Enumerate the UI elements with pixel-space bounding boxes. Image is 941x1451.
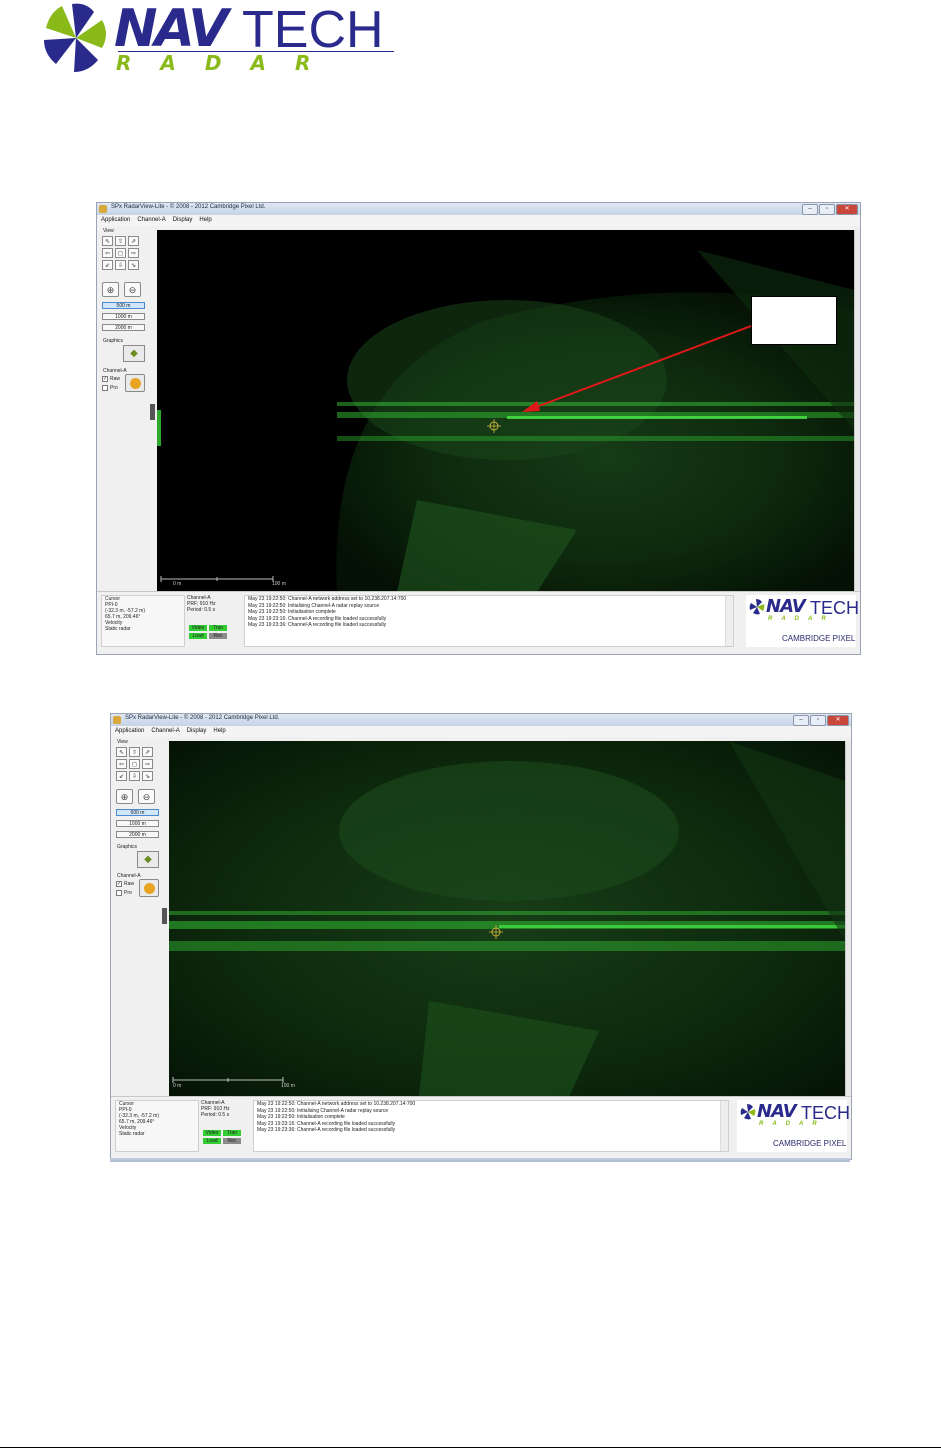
brand-tech-text: TECH: [801, 1103, 850, 1123]
message-log: May 23 19:22:50: Channel-A network addre…: [253, 1100, 729, 1152]
menu-application[interactable]: Application: [115, 726, 144, 737]
pan-down-button[interactable]: ⇩: [129, 771, 140, 781]
pan-up-button[interactable]: ⇧: [129, 747, 140, 757]
scale-end-label: 100 m: [281, 1083, 295, 1089]
vertical-scrollbar[interactable]: [845, 741, 851, 1097]
radarview-window-2: SPx RadarView-Lite - © 2008 - 2012 Cambr…: [110, 713, 852, 1160]
close-button[interactable]: ✕: [827, 715, 849, 726]
pan-up-left-button[interactable]: ⇖: [116, 747, 127, 757]
minimize-button[interactable]: –: [793, 715, 809, 726]
menu-bar: Application Channel-A Display Help: [111, 726, 851, 737]
taskbar: [110, 1158, 850, 1162]
pan-right-button[interactable]: ⇨: [142, 759, 153, 769]
brand-panel: NAV TECH RADAR CAMBRIDGE PIXEL: [737, 1100, 850, 1152]
pan-up-right-button[interactable]: ⇗: [142, 747, 153, 757]
window-title: SPx RadarView-Lite - © 2008 - 2012 Cambr…: [125, 715, 280, 721]
pro-label: Pro: [124, 890, 132, 896]
view-label: View: [117, 739, 128, 745]
zoom-out-icon[interactable]: ⊖: [138, 789, 155, 804]
tran-indicator: Tran: [223, 1130, 241, 1136]
raw-label: Raw: [124, 881, 135, 887]
pan-center-button[interactable]: ◻: [129, 759, 140, 769]
range-500-button[interactable]: 500 m: [116, 809, 159, 816]
menu-display[interactable]: Display: [187, 726, 207, 737]
rec-indicator: Rec: [223, 1138, 241, 1144]
pan-down-left-button[interactable]: ⇙: [116, 771, 127, 781]
channel-period: Period: 0.5 s: [201, 1112, 230, 1118]
pro-checkbox[interactable]: [116, 890, 122, 896]
raw-checkbox[interactable]: ✓: [116, 881, 122, 887]
brand-nav-text: NAV: [757, 1101, 797, 1122]
brand-fan-icon: [740, 1104, 756, 1120]
range-1000-button[interactable]: 1000 m: [116, 820, 159, 827]
menu-channel-a[interactable]: Channel-A: [151, 726, 179, 737]
channel-info: Channel-A PRF: 910 Hz Period: 0.5 s Vide…: [201, 1100, 245, 1150]
footer-rule: [0, 1447, 941, 1448]
graphics-icon[interactable]: ◆: [137, 851, 159, 868]
menu-help[interactable]: Help: [213, 726, 225, 737]
pan-left-button[interactable]: ⇦: [116, 759, 127, 769]
load-indicator: Load: [203, 1138, 221, 1144]
control-panel: View ⇖ ⇧ ⇗ ⇦ ◻ ⇨ ⇙ ⇩ ⇘ ⊕ ⊖ 500 m 1000 m …: [111, 737, 169, 1097]
velocity-value: Static radar: [119, 1131, 145, 1137]
status-bar: Cursor PPI-0 (-32.3 m, -57.2 m) 65.7 m, …: [111, 1096, 851, 1159]
radar-image: [169, 741, 845, 1097]
maximize-button[interactable]: ▫: [810, 715, 826, 726]
pan-controls: ⇖ ⇧ ⇗ ⇦ ◻ ⇨ ⇙ ⇩ ⇘: [116, 747, 153, 781]
panel-collapse-handle[interactable]: [162, 908, 167, 924]
scale-start-label: 0 m: [173, 1083, 182, 1089]
brand-radar-text: RADAR: [759, 1121, 826, 1127]
log-scrollbar[interactable]: [720, 1101, 728, 1151]
cursor-info: Cursor PPI-0 (-32.3 m, -57.2 m) 65.7 m, …: [115, 1100, 199, 1152]
radar-display[interactable]: 0 m 100 m: [169, 741, 845, 1097]
graphics-label: Graphics: [117, 844, 138, 850]
title-bar: SPx RadarView-Lite - © 2008 - 2012 Cambr…: [111, 714, 851, 726]
channel-label: Channel-A: [117, 873, 141, 879]
raw-checkbox-row[interactable]: ✓ Raw: [116, 881, 134, 887]
app-icon: [113, 716, 121, 724]
pan-down-right-button[interactable]: ⇘: [142, 771, 153, 781]
video-indicator: Video: [203, 1130, 221, 1136]
range-2000-button[interactable]: 2000 m: [116, 831, 159, 838]
pro-checkbox-row[interactable]: Pro: [116, 890, 132, 896]
channel-settings-icon[interactable]: [139, 879, 159, 897]
cambridge-pixel-text: CAMBRIDGE PIXEL: [773, 1139, 847, 1148]
log-line: May 23 19:23:36: Channel-A recording fil…: [257, 1127, 396, 1133]
zoom-in-icon[interactable]: ⊕: [116, 789, 133, 804]
